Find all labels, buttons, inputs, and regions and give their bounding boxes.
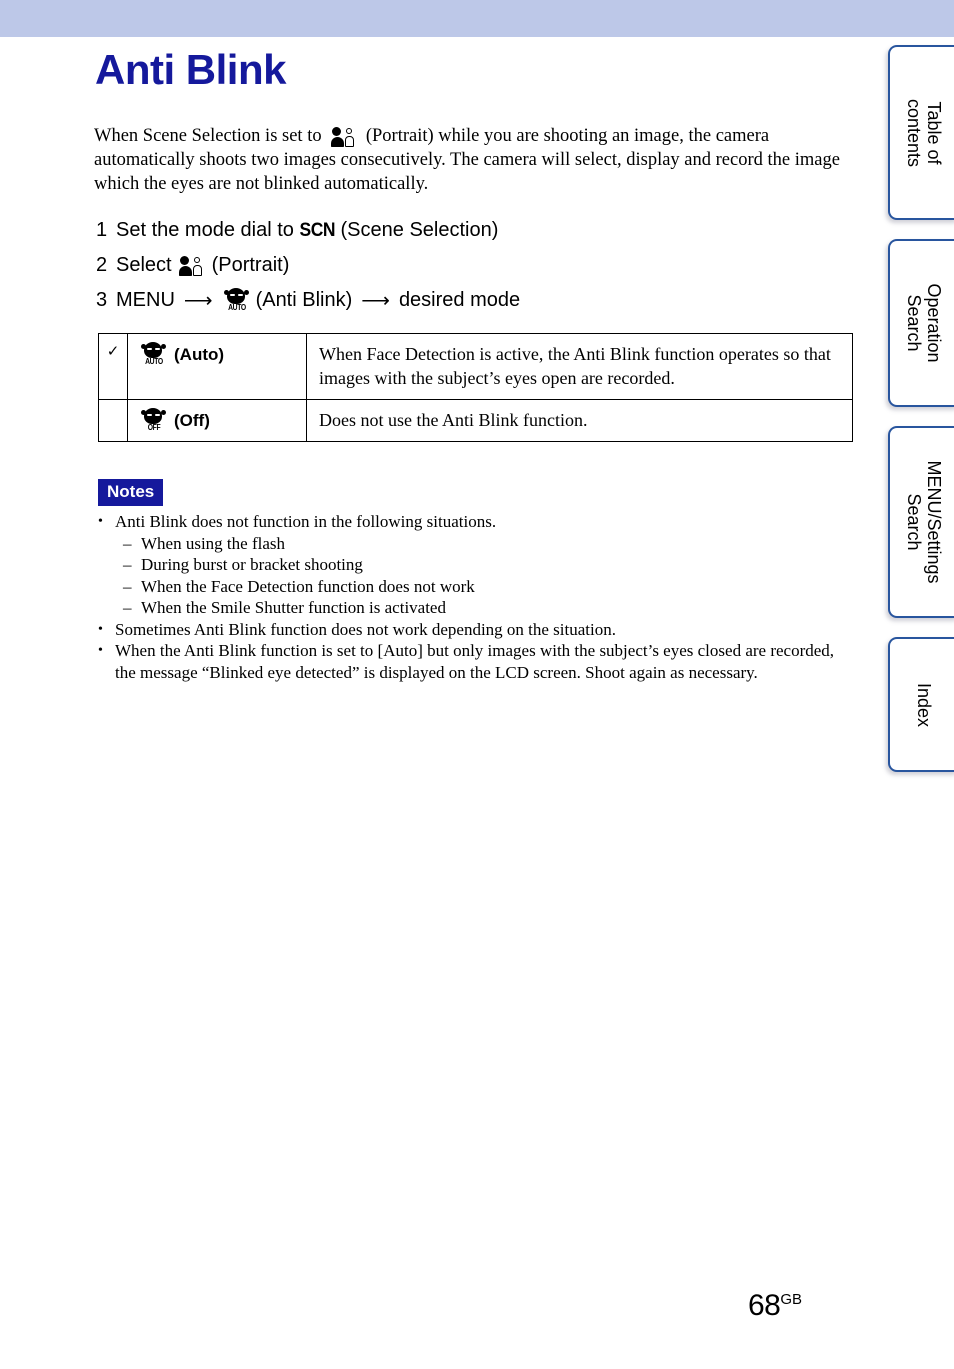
portrait-icon <box>331 126 356 148</box>
portrait-icon <box>178 255 204 276</box>
row-description-text: When Face Detection is active, the Anti … <box>319 344 831 388</box>
anti-blink-off-icon: OFF <box>141 408 166 433</box>
list-item: – When the Face Detection function does … <box>123 576 858 598</box>
step-2-text: Select (Portrait) <box>116 254 289 277</box>
row-option-label: (Auto) <box>174 344 225 364</box>
dash-icon: – <box>123 576 132 596</box>
bullet-icon: • <box>98 643 103 658</box>
intro-paragraph: When Scene Selection is set to (Portrait… <box>94 124 859 197</box>
checkmark-icon <box>99 400 127 411</box>
anti-blink-auto-icon: AUTO <box>223 288 249 313</box>
note-text: Sometimes Anti Blink function does not w… <box>115 619 616 639</box>
note-sub-text: During burst or bracket shooting <box>141 555 363 574</box>
row-option-cell[interactable]: AUTO (Auto) <box>127 333 307 400</box>
list-item: – When the Smile Shutter function is act… <box>123 597 858 619</box>
step-1: 1 Set the mode dial to SCN (Scene Select… <box>96 213 836 248</box>
scn-icon: SCN <box>299 219 335 241</box>
settings-table: ✓ AUTO (Auto) When Face Detection is act… <box>98 333 853 442</box>
step-3-number: 3 <box>96 289 108 311</box>
note-sub-text: When using the flash <box>141 533 285 553</box>
top-header-band <box>0 0 954 37</box>
row-check-cell: ✓ <box>98 333 128 400</box>
step-2: 2 Select (Portrait) <box>96 248 836 283</box>
note-sub-list: – When using the flash – During burst or… <box>123 533 858 619</box>
page-number-suffix: GB <box>780 1291 802 1308</box>
page-title: Anti Blink <box>95 46 287 93</box>
anti-blink-icon-caption: AUTO <box>227 303 246 312</box>
list-item: – When using the flash <box>123 533 858 555</box>
dash-icon: – <box>123 598 132 617</box>
step-3: 3 MENU ⟶ AUTO (Anti Blink) ⟶ desired mod… <box>96 283 836 318</box>
sidebar-item-label: Index <box>914 682 934 726</box>
table-row: OFF (Off) Does not use the Anti Blink fu… <box>98 399 853 442</box>
sidebar-item-label-line1: Operation <box>924 283 944 363</box>
bullet-icon: • <box>98 621 103 637</box>
row-description-cell: Does not use the Anti Blink function. <box>306 399 853 442</box>
list-item: • Anti Blink does not function in the fo… <box>98 511 858 533</box>
sidebar-item-menu-settings-search[interactable]: MENU/Settings Search <box>888 426 954 618</box>
sidebar-item-label-line2: contents <box>904 98 924 167</box>
checkmark-icon: ✓ <box>106 344 120 360</box>
list-item: – During burst or bracket shooting <box>123 554 858 576</box>
dash-icon: – <box>123 533 132 553</box>
row-check-cell <box>98 399 128 442</box>
sidebar-item-index[interactable]: Index <box>888 637 954 772</box>
row-option-label: (Off) <box>174 410 210 430</box>
list-item: • Sometimes Anti Blink function does not… <box>98 619 858 641</box>
page-content: Anti Blink When Scene Selection is set t… <box>0 37 880 1369</box>
arrow-right-icon: ⟶ <box>183 289 213 312</box>
anti-blink-icon-caption: AUTO <box>145 357 163 366</box>
sidebar-item-operation-search[interactable]: Operation Search <box>888 239 954 407</box>
sidebar-item-label-line1: Index <box>914 682 934 727</box>
note-text: When the Anti Blink function is set to [… <box>115 641 835 682</box>
note-text: Anti Blink does not function in the foll… <box>115 512 497 531</box>
step-2-label-after: (Portrait) <box>211 254 290 276</box>
list-item: • When the Anti Blink function is set to… <box>98 640 858 683</box>
dash-icon: – <box>123 555 132 574</box>
step-2-number: 2 <box>96 254 108 276</box>
page-number: 68GB <box>748 1289 802 1323</box>
sidebar-item-label-line2: Search <box>904 294 924 352</box>
step-3-middle-label: (Anti Blink) <box>255 289 353 311</box>
sidebar-item-table-of-contents[interactable]: Table of contents <box>888 45 954 220</box>
bullet-icon: • <box>98 514 103 529</box>
steps-list: 1 Set the mode dial to SCN (Scene Select… <box>96 213 836 318</box>
step-3-text: MENU ⟶ AUTO (Anti Blink) ⟶ desired mode <box>116 288 520 313</box>
sidebar-item-label-line1: MENU/Settings <box>924 460 944 584</box>
sidebar-item-label: MENU/Settings Search <box>904 460 944 583</box>
side-tab-bar: Table of contents Operation Search MENU/… <box>880 37 954 797</box>
step-3-label-after: desired mode <box>398 289 521 311</box>
step-1-text: Set the mode dial to SCN (Scene Selectio… <box>116 219 498 242</box>
anti-blink-icon-caption: OFF <box>147 423 161 432</box>
step-3-menu-label: MENU <box>116 289 175 311</box>
sidebar-item-label: Table of contents <box>904 98 944 166</box>
intro-text-before: When Scene Selection is set to <box>94 126 322 146</box>
note-sub-text: When the Face Detection function does no… <box>141 576 475 596</box>
notes-badge: Notes <box>98 479 164 506</box>
sidebar-item-label-line2: Search <box>904 493 924 551</box>
table-row: ✓ AUTO (Auto) When Face Detection is act… <box>98 333 853 400</box>
step-2-label-before: Select <box>116 254 172 276</box>
note-sub-text: When the Smile Shutter function is activ… <box>141 598 446 617</box>
row-description-text: Does not use the Anti Blink function. <box>319 410 588 430</box>
step-1-label-before: Set the mode dial to <box>116 219 294 241</box>
notes-list: • Anti Blink does not function in the fo… <box>98 511 858 683</box>
page-number-value: 68 <box>747 1289 781 1322</box>
row-description-cell: When Face Detection is active, the Anti … <box>306 333 853 400</box>
step-1-label-after: (Scene Selection) <box>340 219 499 241</box>
step-1-number: 1 <box>96 219 108 241</box>
anti-blink-auto-icon: AUTO <box>141 342 166 367</box>
sidebar-item-label: Operation Search <box>904 283 944 362</box>
row-option-cell[interactable]: OFF (Off) <box>127 399 307 442</box>
sidebar-item-label-line1: Table of <box>924 100 944 165</box>
arrow-right-icon: ⟶ <box>361 289 390 312</box>
